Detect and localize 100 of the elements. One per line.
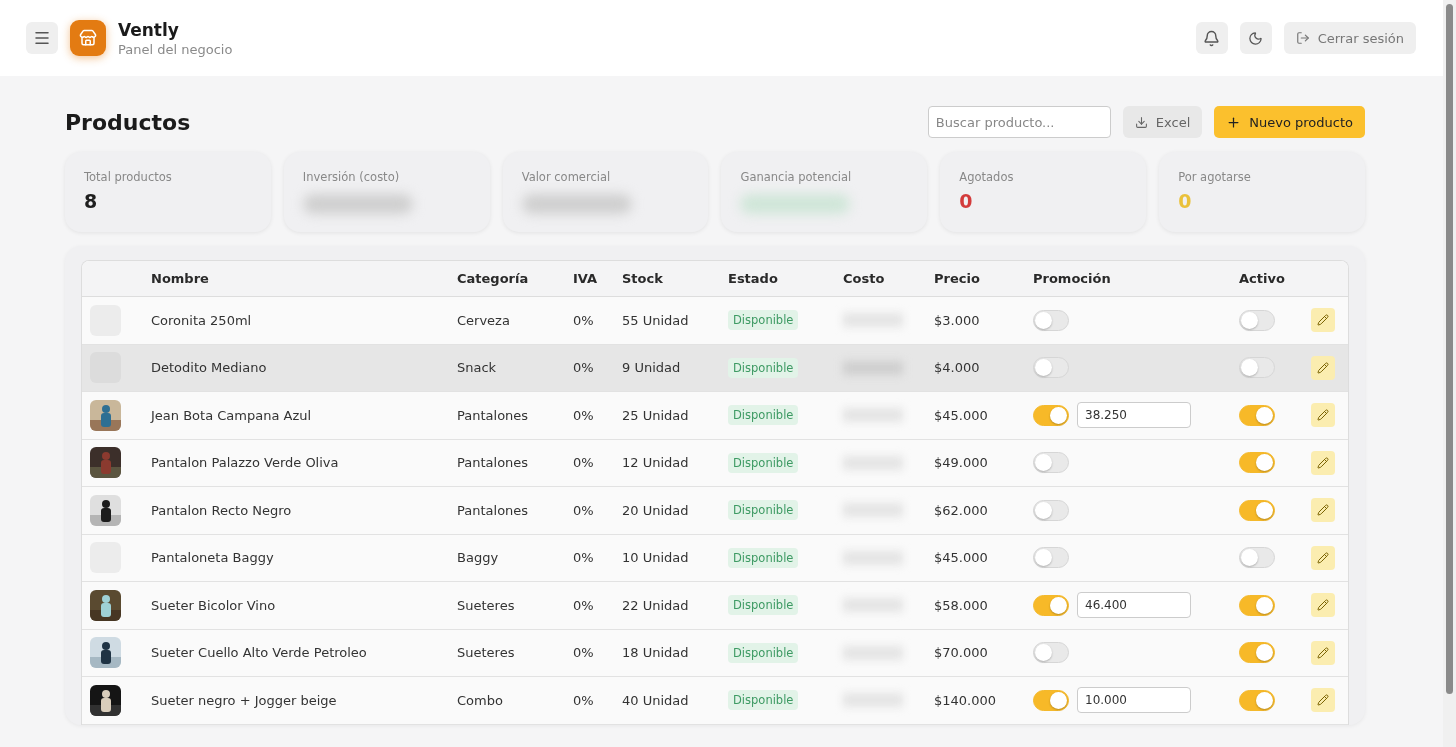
- stock-cell-text: 40 Unidad: [622, 692, 690, 708]
- category-cell-text: Pantalones: [457, 502, 530, 518]
- iva-cell-text: 0%: [573, 597, 595, 613]
- edit-button[interactable]: [1311, 498, 1335, 523]
- category-cell-text: Pantalones: [457, 455, 530, 471]
- product-name: Pantalon Recto Negro: [151, 502, 293, 518]
- pencil-icon: [1317, 694, 1329, 707]
- toggle-switch[interactable]: [1239, 547, 1275, 569]
- edit-button[interactable]: [1311, 640, 1335, 665]
- table-row[interactable]: Sueter negro + Jogger beige Combo 0% 40 Unidad Disponible $140.000 10.000: [82, 677, 1348, 725]
- table-row[interactable]: Detodito Mediano Snack 0% 9 Unidad Disponible $4.000: [82, 344, 1348, 392]
- table-row[interactable]: Pantaloneta Baggy Baggy 0% 10 Unidad Disponible $45.000: [82, 534, 1348, 582]
- logout-button[interactable]: Cerrar sesión: [1283, 22, 1416, 54]
- toggle-switch[interactable]: [1239, 452, 1275, 474]
- toggle-switch[interactable]: [1239, 594, 1275, 616]
- price-cell-text: $4.000: [934, 360, 981, 376]
- category-cell-text: Cerveza: [457, 312, 511, 328]
- toggle-switch[interactable]: [1033, 309, 1069, 331]
- table-row[interactable]: Sueter Cuello Alto Verde Petroleo Sueteres 0% 18 Unidad Disponible $70.000: [82, 629, 1348, 677]
- category-cell-text: Sueteres: [457, 645, 516, 661]
- toggle-switch[interactable]: [1033, 594, 1069, 616]
- stat-label: Agotados: [959, 170, 1015, 184]
- promo-price-field[interactable]: 46.400: [1077, 592, 1191, 619]
- status-badge: Disponible: [728, 690, 799, 711]
- toggle-switch[interactable]: [1239, 404, 1275, 426]
- toggle-switch[interactable]: [1239, 357, 1275, 379]
- column-header: Promoción: [1033, 271, 1112, 286]
- export-button[interactable]: Excel: [1122, 106, 1203, 138]
- status-badge: Disponible: [728, 500, 799, 521]
- stat-value: 8: [84, 190, 99, 212]
- edit-button[interactable]: [1311, 688, 1335, 713]
- stock-cell-text: 25 Unidad: [622, 407, 690, 423]
- product-name: Jean Bota Campana Azul: [151, 407, 313, 423]
- toggle-switch[interactable]: [1239, 689, 1275, 711]
- pencil-icon: [1317, 599, 1329, 612]
- table-row[interactable]: Pantalon Palazzo Verde Oliva Pantalones 0% 12 Unidad Disponible $49.000: [82, 439, 1348, 487]
- stock-cell-text: 9 Unidad: [622, 360, 682, 376]
- product-name: Sueter negro + Jogger beige: [151, 692, 338, 708]
- toggle-switch[interactable]: [1239, 309, 1275, 331]
- toggle-switch[interactable]: [1033, 404, 1069, 426]
- scrollbar[interactable]: [1443, 0, 1456, 747]
- search-field[interactable]: Buscar producto...: [927, 106, 1111, 138]
- theme-button[interactable]: [1239, 22, 1272, 54]
- price-cell-text: $62.000: [934, 502, 989, 518]
- edit-button[interactable]: [1311, 593, 1335, 618]
- toggle-switch[interactable]: [1033, 499, 1069, 521]
- status-badge: Disponible: [728, 642, 799, 663]
- table-row[interactable]: Coronita 250ml Cerveza 0% 55 Unidad Disponible $3.000: [82, 297, 1348, 345]
- edit-button[interactable]: [1311, 450, 1335, 475]
- price-cell-text: $49.000: [934, 455, 989, 471]
- toggle-switch[interactable]: [1033, 547, 1069, 569]
- iva-cell-text: 0%: [573, 455, 595, 471]
- category-cell-text: Snack: [457, 360, 498, 376]
- stat-value: 0: [1178, 190, 1193, 212]
- iva-cell-text: 0%: [573, 360, 595, 376]
- product-name: Sueter Cuello Alto Verde Petroleo: [151, 645, 368, 661]
- menu-icon: [33, 29, 51, 47]
- table-row[interactable]: Sueter Bicolor Vino Sueteres 0% 22 Unidad Disponible $58.000 46.400: [82, 582, 1348, 630]
- pencil-icon: [1317, 456, 1329, 469]
- pencil-icon: [1317, 646, 1329, 659]
- column-header: Estado: [728, 271, 779, 286]
- price-cell-text: $45.000: [934, 550, 989, 566]
- pencil-icon: [1317, 551, 1329, 564]
- edit-button[interactable]: [1311, 308, 1335, 333]
- stat-label: Por agotarse: [1178, 170, 1252, 184]
- promo-price-field[interactable]: 38.250: [1077, 402, 1191, 429]
- toggle-switch[interactable]: [1033, 357, 1069, 379]
- column-header: Stock: [622, 271, 664, 286]
- toggle-switch[interactable]: [1239, 642, 1275, 664]
- edit-button[interactable]: [1311, 403, 1335, 428]
- toggle-switch[interactable]: [1239, 499, 1275, 521]
- toggle-switch[interactable]: [1033, 689, 1069, 711]
- promo-price-field[interactable]: 10.000: [1077, 687, 1191, 714]
- status-badge: Disponible: [728, 357, 799, 378]
- stock-cell-text: 12 Unidad: [622, 455, 690, 471]
- menu-button[interactable]: [26, 22, 58, 54]
- page-title: Productos: [65, 109, 191, 135]
- iva-cell-text: 0%: [573, 645, 595, 661]
- stat-label: Total productos: [84, 170, 173, 184]
- toggle-switch[interactable]: [1033, 642, 1069, 664]
- table-row[interactable]: Pantalon Recto Negro Pantalones 0% 20 Unidad Disponible $62.000: [82, 487, 1348, 535]
- edit-button[interactable]: [1311, 355, 1335, 380]
- plus-icon: [1226, 114, 1242, 130]
- app-subtitle: Panel del negocio: [118, 41, 233, 57]
- edit-button[interactable]: [1311, 545, 1335, 570]
- iva-cell-text: 0%: [573, 312, 595, 328]
- table-row[interactable]: Jean Bota Campana Azul Pantalones 0% 25 Unidad Disponible $45.000 38.250: [82, 392, 1348, 440]
- pencil-icon: [1317, 361, 1329, 374]
- toggle-switch[interactable]: [1033, 452, 1069, 474]
- pencil-icon: [1317, 314, 1329, 327]
- logout-icon: [1295, 31, 1310, 45]
- stat-label: Inversión (costo): [302, 170, 401, 184]
- new-product-button[interactable]: Nuevo producto: [1214, 106, 1365, 138]
- column-header: Activo: [1239, 271, 1286, 286]
- column-header: Costo: [843, 271, 886, 286]
- category-cell-text: Pantalones: [457, 407, 530, 423]
- notifications-button[interactable]: [1195, 22, 1228, 54]
- column-header: Categoría: [457, 271, 530, 286]
- product-name: Coronita 250ml: [151, 312, 253, 328]
- stock-cell-text: 20 Unidad: [622, 502, 690, 518]
